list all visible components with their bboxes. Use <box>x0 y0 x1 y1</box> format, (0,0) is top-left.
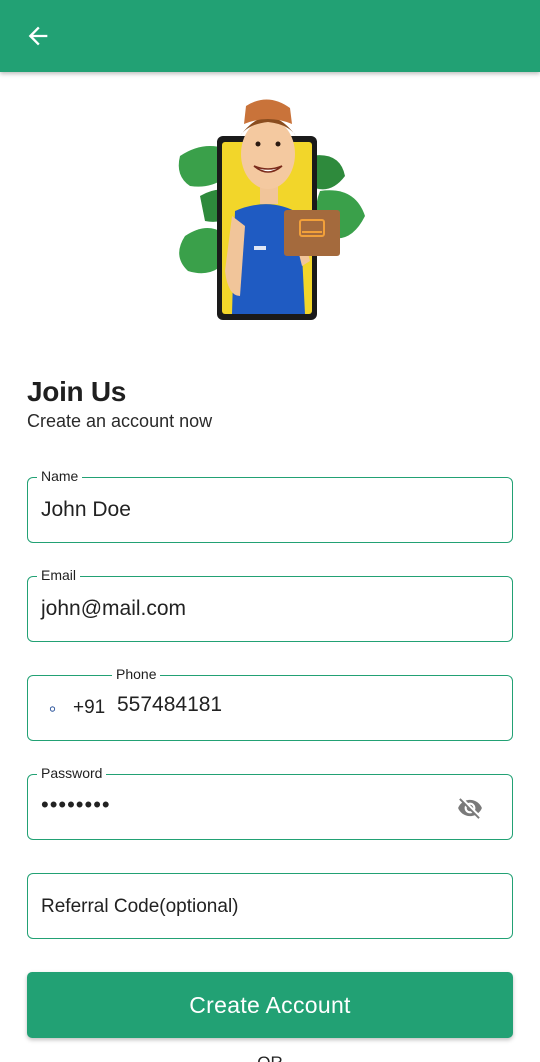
page-subtitle: Create an account now <box>27 411 213 431</box>
name-value: John Doe <box>41 498 131 521</box>
name-field[interactable]: Name John Doe <box>27 467 513 543</box>
dial-code[interactable]: +91 <box>73 697 105 719</box>
india-flag-icon[interactable] <box>39 699 66 717</box>
back-button[interactable] <box>18 16 58 56</box>
phone-label: Phone <box>112 665 161 683</box>
referral-code-field[interactable]: Referral Code(optional) <box>27 873 513 939</box>
page-title: Join Us <box>27 376 127 407</box>
password-label: Password <box>37 764 107 782</box>
phone-field[interactable]: Phone +91 557484181 <box>27 665 513 741</box>
phone-value: 557484181 <box>117 693 223 716</box>
password-value: •••••••• <box>41 792 111 817</box>
referral-code-placeholder: Referral Code(optional) <box>41 896 239 917</box>
toggle-password-visibility-button[interactable] <box>454 794 486 822</box>
eye-off-icon <box>458 798 482 819</box>
name-label: Name <box>37 467 83 485</box>
delivery-person-illustration <box>170 96 370 326</box>
email-value: john@mail.com <box>41 597 187 620</box>
app-bar <box>0 0 540 72</box>
email-field[interactable]: Email john@mail.com <box>27 566 513 642</box>
signup-screen: Join Us Create an account now Name John … <box>0 0 540 1062</box>
password-field[interactable]: Password •••••••• <box>27 764 513 840</box>
create-account-button[interactable]: Create Account <box>27 972 513 1038</box>
arrow-left-icon <box>28 26 48 46</box>
or-divider-text: OR <box>0 1053 540 1062</box>
email-label: Email <box>37 566 81 584</box>
